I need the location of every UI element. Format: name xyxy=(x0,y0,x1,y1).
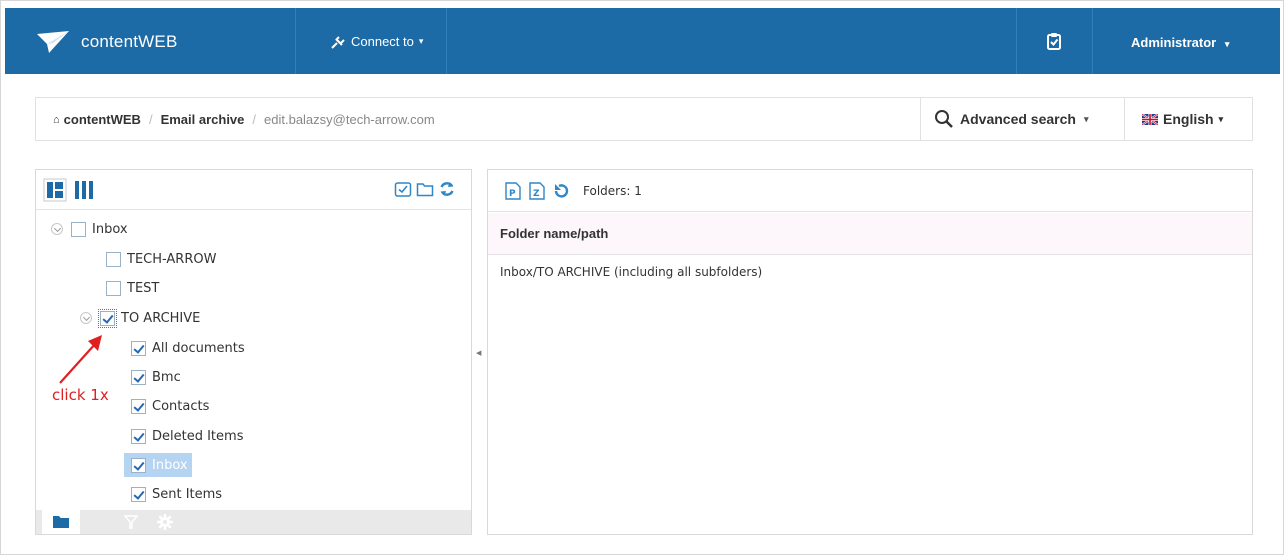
folder-icon xyxy=(53,516,69,528)
brand-name: contentWEB xyxy=(81,32,178,51)
tree-node-tech-arrow[interactable]: TECH-ARROW xyxy=(106,247,216,271)
tab-folders[interactable] xyxy=(42,510,80,534)
tree-node-label: All documents xyxy=(152,340,245,356)
tree-node-label: Sent Items xyxy=(152,486,223,502)
tree-node-inbox-selected[interactable]: Inbox xyxy=(124,453,192,477)
nav-divider xyxy=(1092,8,1093,74)
columns-view-icon[interactable] xyxy=(72,178,96,202)
tree-actions xyxy=(394,180,456,198)
chevron-down-icon: ▾ xyxy=(418,36,424,46)
tree-node-checkbox[interactable] xyxy=(131,340,146,356)
home-icon[interactable]: ⌂ xyxy=(53,114,60,126)
tree-node-label: TECH-ARROW xyxy=(127,251,217,267)
results-toolbar: P Z Folders: 1 xyxy=(488,170,1252,212)
tree-node-checkbox[interactable] xyxy=(106,251,121,267)
clipboard-check-icon[interactable] xyxy=(1046,32,1062,50)
tab-settings[interactable] xyxy=(146,510,184,534)
tree-node-checkbox[interactable] xyxy=(131,486,146,502)
restore-icon[interactable] xyxy=(553,183,569,199)
user-menu-label: Administrator xyxy=(1131,35,1217,50)
tree-node-checkbox[interactable] xyxy=(71,221,86,237)
chevron-down-icon: ▾ xyxy=(1224,39,1230,49)
expand-icon[interactable] xyxy=(51,223,63,235)
svg-text:Z: Z xyxy=(533,189,540,199)
nav-divider xyxy=(295,8,296,74)
export-zip-icon[interactable]: Z xyxy=(529,181,545,200)
gear-icon xyxy=(157,514,173,530)
collapse-left-icon: ◀ xyxy=(476,350,482,357)
tree-node-checkbox[interactable] xyxy=(106,280,121,296)
advanced-search-button[interactable]: Advanced search ▾ xyxy=(920,98,1124,140)
tree-node-bmc[interactable]: Bmc xyxy=(131,365,181,389)
column-header-folder-path[interactable]: Folder name/path xyxy=(488,213,1252,255)
tree-node-deleted-items[interactable]: Deleted Items xyxy=(131,424,243,448)
selected-folders-panel: P Z Folders: 1 Folder name/path Inbox/TO… xyxy=(487,169,1253,535)
table-row[interactable]: Inbox/TO ARCHIVE (including all subfolde… xyxy=(500,265,762,279)
svg-text:P: P xyxy=(509,189,516,199)
tree-footer-tabs xyxy=(36,510,471,534)
chevron-down-icon: ▾ xyxy=(1218,113,1224,124)
breadcrumb-separator: / xyxy=(148,112,153,127)
panel-splitter[interactable]: ◀ xyxy=(473,169,485,535)
tree-node-all-documents[interactable]: All documents xyxy=(131,336,245,360)
annotation-label: click 1x xyxy=(52,386,109,404)
search-icon xyxy=(935,110,953,128)
tree-node-label: TEST xyxy=(127,280,160,296)
advanced-search-label: Advanced search xyxy=(960,111,1076,127)
tree-node-label: Inbox xyxy=(152,457,188,473)
tree-node-contacts[interactable]: Contacts xyxy=(131,394,209,418)
language-menu[interactable]: English ▾ xyxy=(1124,98,1252,140)
tree-view-icon[interactable] xyxy=(43,178,67,202)
tree-node-checkbox[interactable] xyxy=(131,457,146,473)
filter-icon xyxy=(124,515,138,529)
plug-icon xyxy=(331,35,345,49)
tree-toolbar xyxy=(36,170,471,210)
breadcrumb-separator: / xyxy=(252,112,257,127)
breadcrumb-item-home[interactable]: contentWEB xyxy=(64,112,141,127)
tree-node-test[interactable]: TEST xyxy=(106,276,159,300)
app-window: contentWEB Connect to ▾ Administrator ▾ … xyxy=(0,0,1284,555)
tree-node-checkbox[interactable] xyxy=(131,428,146,444)
top-navbar: contentWEB Connect to ▾ Administrator ▾ xyxy=(5,8,1280,74)
tree-node-label: Deleted Items xyxy=(152,428,244,444)
tree-node-checkbox[interactable] xyxy=(131,369,146,385)
folder-icon[interactable] xyxy=(416,180,434,198)
tree-node-checkbox[interactable] xyxy=(131,398,146,414)
breadcrumb-bar: ⌂ contentWEB / Email archive / edit.bala… xyxy=(35,97,1253,141)
connect-to-label: Connect to xyxy=(351,34,414,49)
export-pdf-icon[interactable]: P xyxy=(505,181,521,200)
check-all-icon[interactable] xyxy=(394,180,412,198)
chevron-down-icon: ▾ xyxy=(1083,113,1089,124)
connect-to-menu[interactable]: Connect to ▾ xyxy=(330,34,423,49)
breadcrumb: ⌂ contentWEB / Email archive / edit.bala… xyxy=(53,112,435,127)
tree-node-label: Contacts xyxy=(152,398,210,414)
logo-icon xyxy=(37,31,69,53)
tree-node-label: TO ARCHIVE xyxy=(121,310,201,326)
tree-node-label: Inbox xyxy=(92,221,128,237)
nav-divider xyxy=(446,8,447,74)
brand[interactable]: contentWEB xyxy=(35,30,178,54)
tree-node-inbox[interactable]: Inbox xyxy=(51,217,128,241)
user-menu[interactable]: Administrator ▾ xyxy=(1131,35,1229,50)
tree-node-label: Bmc xyxy=(152,369,181,385)
folders-count: Folders: 1 xyxy=(583,183,642,198)
uk-flag-icon xyxy=(1142,113,1158,125)
language-label: English xyxy=(1163,111,1214,127)
tree-node-sent-items[interactable]: Sent Items xyxy=(131,482,222,506)
nav-divider xyxy=(1016,8,1017,74)
breadcrumb-item-email-archive[interactable]: Email archive xyxy=(161,112,245,127)
breadcrumb-item-mailbox: edit.balazsy@tech-arrow.com xyxy=(264,112,435,127)
annotation-arrow-icon xyxy=(59,335,102,384)
refresh-icon[interactable] xyxy=(438,180,456,198)
tab-filter[interactable] xyxy=(112,510,150,534)
